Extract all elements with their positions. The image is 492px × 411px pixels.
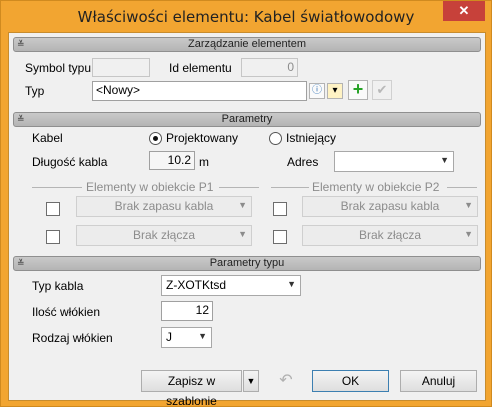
section-type-params-header[interactable]: ≚ Parametry typu — [13, 256, 481, 271]
p2-joint-checkbox[interactable] — [273, 230, 287, 244]
separator — [271, 187, 309, 188]
section-params-title: Parametry — [221, 113, 273, 125]
chevron-down-icon: ▼ — [464, 200, 473, 210]
p1-reserve-dropdown[interactable]: Brak zapasu kabla ▼ — [76, 196, 252, 217]
cable-length-field[interactable]: 10.2 — [149, 151, 195, 170]
fiber-kind-label: Rodzaj włókien — [32, 331, 113, 345]
chevron-down-icon: ▼ — [464, 229, 473, 239]
element-id-field: 0 — [241, 58, 298, 77]
type-field[interactable]: <Nowy> — [92, 81, 307, 101]
chevron-down-icon: ▼ — [287, 279, 296, 289]
apply-type-icon[interactable]: ✔ — [372, 80, 392, 100]
address-label: Adres — [287, 155, 319, 169]
separator — [219, 187, 259, 188]
element-id-label: Id elementu — [169, 61, 232, 75]
fiber-count-label: Ilość włókien — [32, 305, 101, 319]
chevron-down-icon: ▼ — [238, 229, 247, 239]
radio-existing-label[interactable]: Istniejący — [286, 131, 336, 145]
p1-group-label: Elementy w obiekcie P1 — [86, 180, 214, 194]
close-icon: ✕ — [458, 3, 470, 18]
radio-projected-label[interactable]: Projektowany — [166, 131, 238, 145]
chevron-down-icon: ▼ — [198, 331, 207, 341]
add-type-icon[interactable]: + — [348, 80, 368, 100]
type-marker-icon[interactable]: ▾ — [327, 83, 343, 99]
dialog-client: ≚ Zarządzanie elementem Symbol typu Id e… — [8, 32, 486, 408]
p2-joint-value: Brak złącza — [358, 228, 422, 242]
ok-button[interactable]: OK — [312, 370, 389, 392]
section-params-header[interactable]: ≚ Parametry — [13, 112, 481, 127]
p2-joint-dropdown[interactable]: Brak złącza ▼ — [302, 225, 478, 246]
p2-group-label: Elementy w obiekcie P2 — [312, 180, 440, 194]
p1-joint-value: Brak złącza — [132, 228, 196, 242]
symbol-type-field — [92, 58, 150, 77]
save-template-menu-button[interactable]: ▼ — [243, 370, 259, 392]
type-info-icon[interactable]: ⓘ — [309, 83, 325, 99]
cancel-button[interactable]: Anuluj — [400, 370, 477, 392]
chevron-down-icon: ▼ — [238, 200, 247, 210]
save-template-button[interactable]: Zapisz w szablonie — [141, 370, 242, 408]
cable-label: Kabel — [32, 131, 63, 145]
separator — [32, 187, 82, 188]
fiber-count-field[interactable]: 12 — [161, 301, 213, 321]
type-label: Typ — [25, 84, 45, 98]
dialog-window: Właściwości elementu: Kabel światłowodow… — [0, 0, 492, 408]
p1-joint-checkbox[interactable] — [46, 230, 60, 244]
p1-reserve-value: Brak zapasu kabla — [114, 199, 214, 213]
window-title: Właściwości elementu: Kabel światłowodow… — [77, 8, 415, 26]
separator — [447, 187, 477, 188]
p2-reserve-checkbox[interactable] — [273, 202, 287, 216]
fiber-kind-value: J — [166, 330, 172, 344]
undo-icon[interactable]: ↶ — [275, 370, 297, 392]
p2-reserve-value: Brak zapasu kabla — [340, 199, 440, 213]
fiber-kind-dropdown[interactable]: J ▼ — [161, 327, 212, 348]
title-bar[interactable]: Właściwości elementu: Kabel światłowodow… — [1, 1, 491, 33]
cable-length-label: Długość kabla — [32, 155, 108, 169]
cable-type-label: Typ kabla — [32, 279, 84, 293]
section-type-params-title: Parametry typu — [209, 257, 285, 269]
p1-joint-dropdown[interactable]: Brak złącza ▼ — [76, 225, 252, 246]
symbol-type-label: Symbol typu — [25, 61, 92, 75]
close-button[interactable]: ✕ — [443, 1, 485, 21]
section-manage-title: Zarządzanie elementem — [187, 38, 306, 50]
radio-projected[interactable] — [149, 132, 162, 145]
cable-type-value: Z-XOTKtsd — [166, 278, 227, 292]
cable-length-unit: m — [199, 155, 209, 169]
cable-type-dropdown[interactable]: Z-XOTKtsd ▼ — [161, 275, 301, 296]
address-dropdown[interactable]: ▼ — [334, 151, 454, 172]
chevron-down-icon: ▼ — [440, 155, 449, 165]
chevron-down-icon: ▼ — [246, 376, 256, 386]
radio-existing[interactable] — [269, 132, 282, 145]
p1-reserve-checkbox[interactable] — [46, 202, 60, 216]
p2-reserve-dropdown[interactable]: Brak zapasu kabla ▼ — [302, 196, 478, 217]
section-manage-header[interactable]: ≚ Zarządzanie elementem — [13, 37, 481, 52]
